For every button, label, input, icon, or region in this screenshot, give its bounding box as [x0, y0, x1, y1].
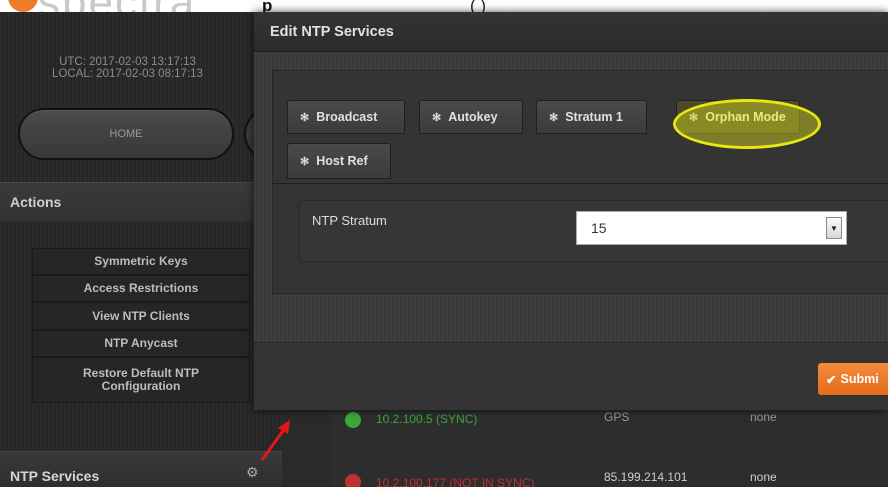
chevron-down-icon[interactable]: ▼ — [826, 217, 842, 239]
action-access-restrictions[interactable]: Access Restrictions — [32, 275, 250, 302]
tab-label: Broadcast — [316, 110, 378, 124]
home-button[interactable]: HOME — [18, 108, 234, 160]
ntp-stratum-value: 15 — [591, 220, 607, 236]
ntp-stratum-select[interactable]: 15 ▼ — [576, 211, 847, 245]
tab-label: Stratum 1 — [565, 110, 623, 124]
peer-auth: none — [750, 470, 777, 484]
modal-footer: ✔ Submi — [254, 342, 888, 410]
peer-auth: none — [750, 410, 777, 424]
sidebar: UTC: 2017-02-03 13:17:13 LOCAL: 2017-02-… — [0, 12, 284, 487]
app-header: spectra p ( ) — [0, 0, 888, 27]
gear-icon: ✻ — [689, 111, 699, 124]
table-row: 10.2.100.5 (SYNC) GPS none — [330, 408, 888, 446]
sync-status-icon — [345, 412, 361, 428]
table-row: 10.2.100.177 (NOT IN SYNC) 85.199.214.10… — [330, 452, 888, 487]
ntp-peers-table: 10.2.100.5 (SYNC) GPS none 10.2.100.177 … — [330, 408, 888, 487]
gear-icon: ✻ — [549, 111, 559, 124]
action-restore-default[interactable]: Restore Default NTP Configuration — [32, 357, 250, 403]
action-ntp-anycast[interactable]: NTP Anycast — [32, 330, 250, 357]
peer-ref: 85.199.214.101 — [604, 470, 688, 484]
tabs-panel: ✻ Broadcast ✻ Autokey ✻ Stratum 1 ✻ Orph… — [272, 70, 888, 294]
tab-label: Orphan Mode — [705, 110, 786, 124]
ntp-stratum-label: NTP Stratum — [312, 213, 387, 228]
edit-ntp-services-modal: Edit NTP Services ✻ Broadcast ✻ Autokey … — [254, 12, 888, 410]
gear-icon: ✻ — [432, 111, 442, 124]
tab-stratum-1[interactable]: ✻ Stratum 1 — [536, 100, 647, 134]
peer-ref: GPS — [604, 410, 630, 424]
submit-label: Submi — [840, 372, 879, 386]
tab-autokey[interactable]: ✻ Autokey — [419, 100, 523, 134]
ntp-services-panel: NTP Services ⚙ — [0, 451, 282, 487]
logo-icon — [8, 0, 38, 12]
submit-button[interactable]: ✔ Submi — [818, 363, 888, 395]
tab-host-ref[interactable]: ✻ Host Ref — [287, 143, 391, 179]
action-symmetric-keys[interactable]: Symmetric Keys — [32, 248, 250, 275]
gear-icon: ✻ — [300, 155, 310, 168]
peer-address[interactable]: 10.2.100.5 (SYNC) — [376, 412, 477, 426]
tab-orphan-mode[interactable]: ✻ Orphan Mode — [676, 100, 800, 134]
modal-title: Edit NTP Services — [270, 24, 394, 40]
modal-header: Edit NTP Services — [254, 12, 888, 52]
tab-label: Host Ref — [316, 154, 368, 168]
tab-content: NTP Stratum 15 ▼ — [273, 183, 888, 289]
actions-header: Actions — [0, 182, 282, 222]
annotation-arrow-icon — [260, 420, 290, 461]
clock-display: UTC: 2017-02-03 13:17:13 LOCAL: 2017-02-… — [0, 56, 255, 80]
ntp-stratum-field: NTP Stratum 15 ▼ — [299, 200, 888, 262]
tab-label: Autokey — [448, 110, 498, 124]
checkmark-icon: ✔ — [826, 372, 837, 387]
gear-icon[interactable]: ⚙ — [246, 464, 259, 481]
utc-time: UTC: 2017-02-03 13:17:13 — [59, 56, 196, 68]
ntp-services-title: NTP Services — [10, 468, 100, 484]
peer-address[interactable]: 10.2.100.177 (NOT IN SYNC) — [376, 476, 535, 487]
sync-status-icon — [345, 474, 361, 487]
tab-broadcast[interactable]: ✻ Broadcast — [287, 100, 405, 134]
local-time: LOCAL: 2017-02-03 08:17:13 — [52, 68, 203, 80]
gear-icon: ✻ — [300, 111, 310, 124]
modal-body: ✻ Broadcast ✻ Autokey ✻ Stratum 1 ✻ Orph… — [254, 52, 888, 342]
action-view-ntp-clients[interactable]: View NTP Clients — [32, 302, 250, 330]
